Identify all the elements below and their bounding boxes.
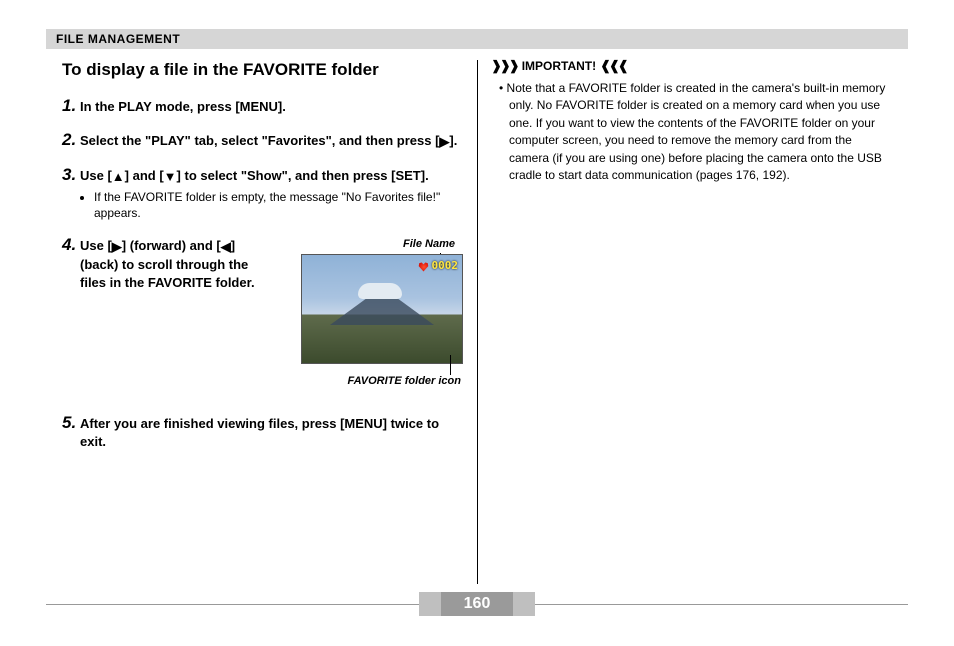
favorite-badge: 0002 <box>418 259 459 274</box>
step-number: 3. <box>62 165 80 185</box>
figure-caption: FAVORITE folder icon <box>278 374 463 389</box>
favorite-thumbnail: 0002 <box>301 254 463 364</box>
step-1: 1. In the PLAY mode, press [MENU]. <box>62 96 463 116</box>
heart-icon <box>418 261 430 273</box>
step-number: 4. <box>62 235 80 255</box>
down-triangle-icon: ▼ <box>164 168 177 186</box>
right-triangle-icon: ▶ <box>439 133 449 151</box>
step-text: Use [▲] and [▼] to select "Show", and th… <box>80 167 463 222</box>
step-5: 5. After you are finished viewing files,… <box>62 413 463 450</box>
important-heading: ❱❱❱ IMPORTANT! ❰❰❰ <box>491 58 892 74</box>
step-note: If the FAVORITE folder is empty, the mes… <box>94 189 463 221</box>
page-number: 160 <box>441 592 513 616</box>
step-number: 2. <box>62 130 80 150</box>
step-text: Use [▶] (forward) and [◀] (back) to scro… <box>80 237 463 389</box>
up-triangle-icon: ▲ <box>112 168 125 186</box>
column-divider <box>477 60 478 584</box>
important-label: IMPORTANT! <box>522 59 596 73</box>
step-2: 2. Select the "PLAY" tab, select "Favori… <box>62 130 463 151</box>
file-number: 0002 <box>432 259 459 274</box>
footer-pager-left <box>419 592 441 616</box>
left-triangle-icon: ◀ <box>221 238 231 256</box>
step-text: In the PLAY mode, press [MENU]. <box>80 98 463 116</box>
snowcap-shape <box>358 283 402 299</box>
step-note-list: If the FAVORITE folder is empty, the mes… <box>80 189 463 221</box>
figure-label-filename: File Name <box>278 237 463 252</box>
section-header: FILE MANAGEMENT <box>46 29 908 49</box>
arrows-left-icon: ❰❰❰ <box>600 58 627 74</box>
step-4: 4. Use [▶] (forward) and [◀] (back) to s… <box>62 235 463 389</box>
step-3: 3. Use [▲] and [▼] to select "Show", and… <box>62 165 463 222</box>
right-column: ❱❱❱ IMPORTANT! ❰❰❰ • Note that a FAVORIT… <box>477 58 906 588</box>
page-title: To display a file in the FAVORITE folder <box>62 60 463 80</box>
important-body: • Note that a FAVORITE folder is created… <box>491 80 892 184</box>
step-text: After you are finished viewing files, pr… <box>80 415 463 450</box>
step-number: 5. <box>62 413 80 433</box>
left-column: To display a file in the FAVORITE folder… <box>48 58 477 588</box>
footer: 160 <box>46 592 908 618</box>
leader-line-icon <box>450 355 451 375</box>
arrows-right-icon: ❱❱❱ <box>491 58 518 74</box>
step-number: 1. <box>62 96 80 116</box>
right-triangle-icon: ▶ <box>112 238 122 256</box>
section-header-text: FILE MANAGEMENT <box>56 32 180 46</box>
figure: File Name 0002 FAVORITE folder icon <box>278 237 463 389</box>
step-text: Select the "PLAY" tab, select "Favorites… <box>80 132 463 151</box>
footer-pager-right <box>513 592 535 616</box>
